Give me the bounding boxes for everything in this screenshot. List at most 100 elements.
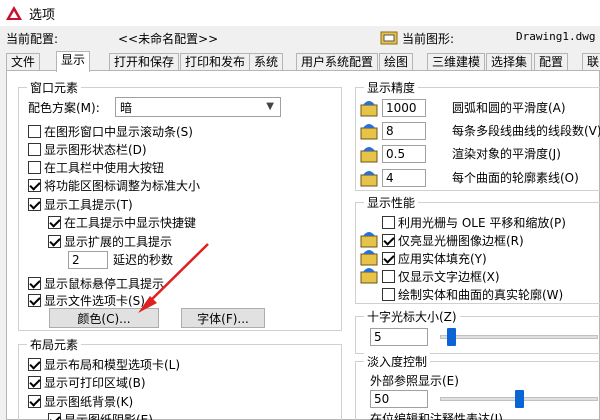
render-smoothness-icon <box>360 147 378 163</box>
checkbox-apply-solid-fill[interactable]: 应用实体填充(Y) <box>382 250 487 267</box>
checkbox-file-tabs[interactable]: 显示文件选项卡(S) <box>28 292 145 309</box>
checkbox-box[interactable] <box>28 179 41 192</box>
tab-drafting[interactable]: 绘图 <box>379 53 414 71</box>
tab-open-save[interactable]: 打开和保存 <box>109 53 180 71</box>
checkbox-box[interactable] <box>48 216 61 229</box>
arc-smoothness-icon <box>360 101 378 117</box>
checkbox-box[interactable] <box>382 270 395 283</box>
checkbox-show-tooltips[interactable]: 显示工具提示(T) <box>28 196 133 213</box>
display-performance-group: 显示性能 利用光栅与 OLE 平移和缩放(P) 仅亮显光栅图像边框(R) 应用实… <box>355 194 600 304</box>
tab-system[interactable]: 系统 <box>249 53 284 71</box>
checkbox-show-status-bar[interactable]: 显示图形状态栏(D) <box>28 141 147 158</box>
crosshair-size-slider-track[interactable] <box>440 335 598 339</box>
layout-elements-group: 布局元素 显示布局和模型选项卡(L) 显示可打印区域(B) 显示图纸背景(K) … <box>18 336 342 420</box>
arc-smoothness-label: 圆弧和圆的平滑度(A) <box>452 101 566 115</box>
tab-selection[interactable]: 选择集 <box>486 53 533 71</box>
contour-lines-label: 每个曲面的轮廓素线(O) <box>452 171 579 185</box>
checkbox-rollover-tooltips[interactable]: 显示鼠标悬停工具提示 <box>28 275 164 292</box>
tab-strip: 文件 显示 打开和保存 打印和发布 系统 用户系统配置 绘图 三维建模 选择集 … <box>0 51 600 72</box>
checkbox-box[interactable] <box>382 288 395 301</box>
autocad-logo-icon <box>6 6 22 20</box>
fade-control-title: 淡入度控制 <box>364 353 431 370</box>
checkbox-text-frame-only[interactable]: 仅显示文字边框(X) <box>382 268 500 285</box>
checkbox-paper-shadow[interactable]: 显示图纸阴影(E) <box>48 411 153 420</box>
checkbox-box[interactable] <box>382 234 395 247</box>
checkbox-box[interactable] <box>28 358 41 371</box>
checkbox-box[interactable] <box>48 413 61 420</box>
checkbox-raster-ole-pan[interactable]: 利用光栅与 OLE 平移和缩放(P) <box>382 214 566 231</box>
solid-fill-icon <box>360 250 378 266</box>
layout-elements-title: 布局元素 <box>27 336 82 353</box>
checkbox-box[interactable] <box>382 252 395 265</box>
colors-button[interactable]: 颜色(C)... <box>49 308 159 328</box>
tab-more[interactable]: 联 <box>582 53 600 71</box>
render-smoothness-input[interactable]: 0.5 <box>382 145 426 163</box>
contour-lines-icon <box>360 171 378 187</box>
polyline-segments-icon <box>360 124 378 140</box>
window-elements-title: 窗口元素 <box>27 79 82 96</box>
display-resolution-title: 显示精度 <box>364 79 419 96</box>
window-elements-group: 窗口元素 配色方案(M): 暗 ▼ 在图形窗口中显示滚动条(S) 显示图形状态栏… <box>18 79 342 331</box>
xref-display-label: 外部参照显示(E) <box>370 374 459 388</box>
color-scheme-value: 暗 <box>120 100 133 115</box>
crosshair-size-input[interactable]: 5 <box>370 328 428 346</box>
title-bar: 选项 <box>0 0 600 26</box>
checkbox-ribbon-icons-standard[interactable]: 将功能区图标调整为标准大小 <box>28 177 200 194</box>
checkbox-box[interactable] <box>28 294 41 307</box>
current-config-value: <<未命名配置>> <box>118 32 219 46</box>
render-smoothness-label: 渲染对象的平滑度(J) <box>452 147 561 161</box>
checkbox-box[interactable] <box>28 161 41 174</box>
checkbox-box[interactable] <box>28 277 41 290</box>
fonts-button[interactable]: 字体(F)... <box>181 308 265 328</box>
tab-display[interactable]: 显示 <box>56 51 91 72</box>
delay-seconds-label: 延迟的秒数 <box>113 253 174 267</box>
checkbox-box[interactable] <box>28 198 41 211</box>
checkbox-extended-tooltips[interactable]: 显示扩展的工具提示 <box>48 233 172 250</box>
polyline-segments-input[interactable]: 8 <box>382 122 426 140</box>
color-scheme-select[interactable]: 暗 ▼ <box>115 97 281 117</box>
checkbox-paper-background[interactable]: 显示图纸背景(K) <box>28 393 133 410</box>
checkbox-box[interactable] <box>48 235 61 248</box>
current-config-label: 当前配置: <box>6 32 59 46</box>
display-tab-panel: 窗口元素 配色方案(M): 暗 ▼ 在图形窗口中显示滚动条(S) 显示图形状态栏… <box>6 70 600 420</box>
checkbox-true-silhouettes[interactable]: 绘制实体和曲面的真实轮廓(W) <box>382 286 563 303</box>
drawing-file-icon <box>380 31 398 45</box>
tab-user-preferences[interactable]: 用户系统配置 <box>296 53 379 71</box>
polyline-segments-label: 每条多段线曲线的线段数(V) <box>452 124 600 138</box>
config-row: 当前配置: <<未命名配置>> 当前图形: Drawing1.dwg <box>0 30 600 48</box>
text-frame-icon <box>360 268 378 284</box>
contour-lines-input[interactable]: 4 <box>382 169 426 187</box>
color-scheme-label: 配色方案(M): <box>28 101 100 115</box>
tab-3d-modeling[interactable]: 三维建模 <box>427 53 486 71</box>
checkbox-box[interactable] <box>28 125 41 138</box>
checkbox-box[interactable] <box>382 216 395 229</box>
window-title: 选项 <box>29 7 56 23</box>
crosshair-size-slider-thumb[interactable] <box>447 328 457 346</box>
fade-control-group: 淡入度控制 外部参照显示(E) 50 在位编辑和注释性表达(I) <box>355 353 600 420</box>
checkbox-large-buttons[interactable]: 在工具栏中使用大按钮 <box>28 159 164 176</box>
checkbox-show-scrollbars[interactable]: 在图形窗口中显示滚动条(S) <box>28 123 193 140</box>
checkbox-box[interactable] <box>28 376 41 389</box>
checkbox-box[interactable] <box>28 395 41 408</box>
raster-frame-icon <box>360 232 378 248</box>
checkbox-box[interactable] <box>28 143 41 156</box>
checkbox-highlight-raster-frame[interactable]: 仅亮显光栅图像边框(R) <box>382 232 524 249</box>
checkbox-tooltip-shortcuts[interactable]: 在工具提示中显示快捷键 <box>48 214 196 231</box>
crosshair-size-group: 十字光标大小(Z) 5 <box>355 308 600 354</box>
display-performance-title: 显示性能 <box>364 194 419 211</box>
tab-profiles[interactable]: 配置 <box>534 53 569 71</box>
xref-display-slider-thumb[interactable] <box>514 390 524 408</box>
tab-files[interactable]: 文件 <box>6 53 41 71</box>
display-resolution-group: 显示精度 1000 圆弧和圆的平滑度(A) 8 每条多段线曲线的线段数(V) 0… <box>355 79 600 191</box>
crosshair-size-title: 十字光标大小(Z) <box>364 308 460 325</box>
chevron-down-icon: ▼ <box>266 101 274 112</box>
xref-display-input[interactable]: 50 <box>370 390 428 408</box>
tab-plot-publish[interactable]: 打印和发布 <box>180 53 251 71</box>
checkbox-printable-area[interactable]: 显示可打印区域(B) <box>28 374 146 391</box>
inplace-edit-label: 在位编辑和注释性表达(I) <box>370 412 503 420</box>
arc-smoothness-input[interactable]: 1000 <box>382 99 426 117</box>
current-drawing-label: 当前图形: <box>402 32 455 46</box>
checkbox-layout-model-tabs[interactable]: 显示布局和模型选项卡(L) <box>28 356 180 373</box>
current-drawing-value: Drawing1.dwg <box>516 30 596 43</box>
delay-seconds-input[interactable]: 2 <box>68 251 108 269</box>
